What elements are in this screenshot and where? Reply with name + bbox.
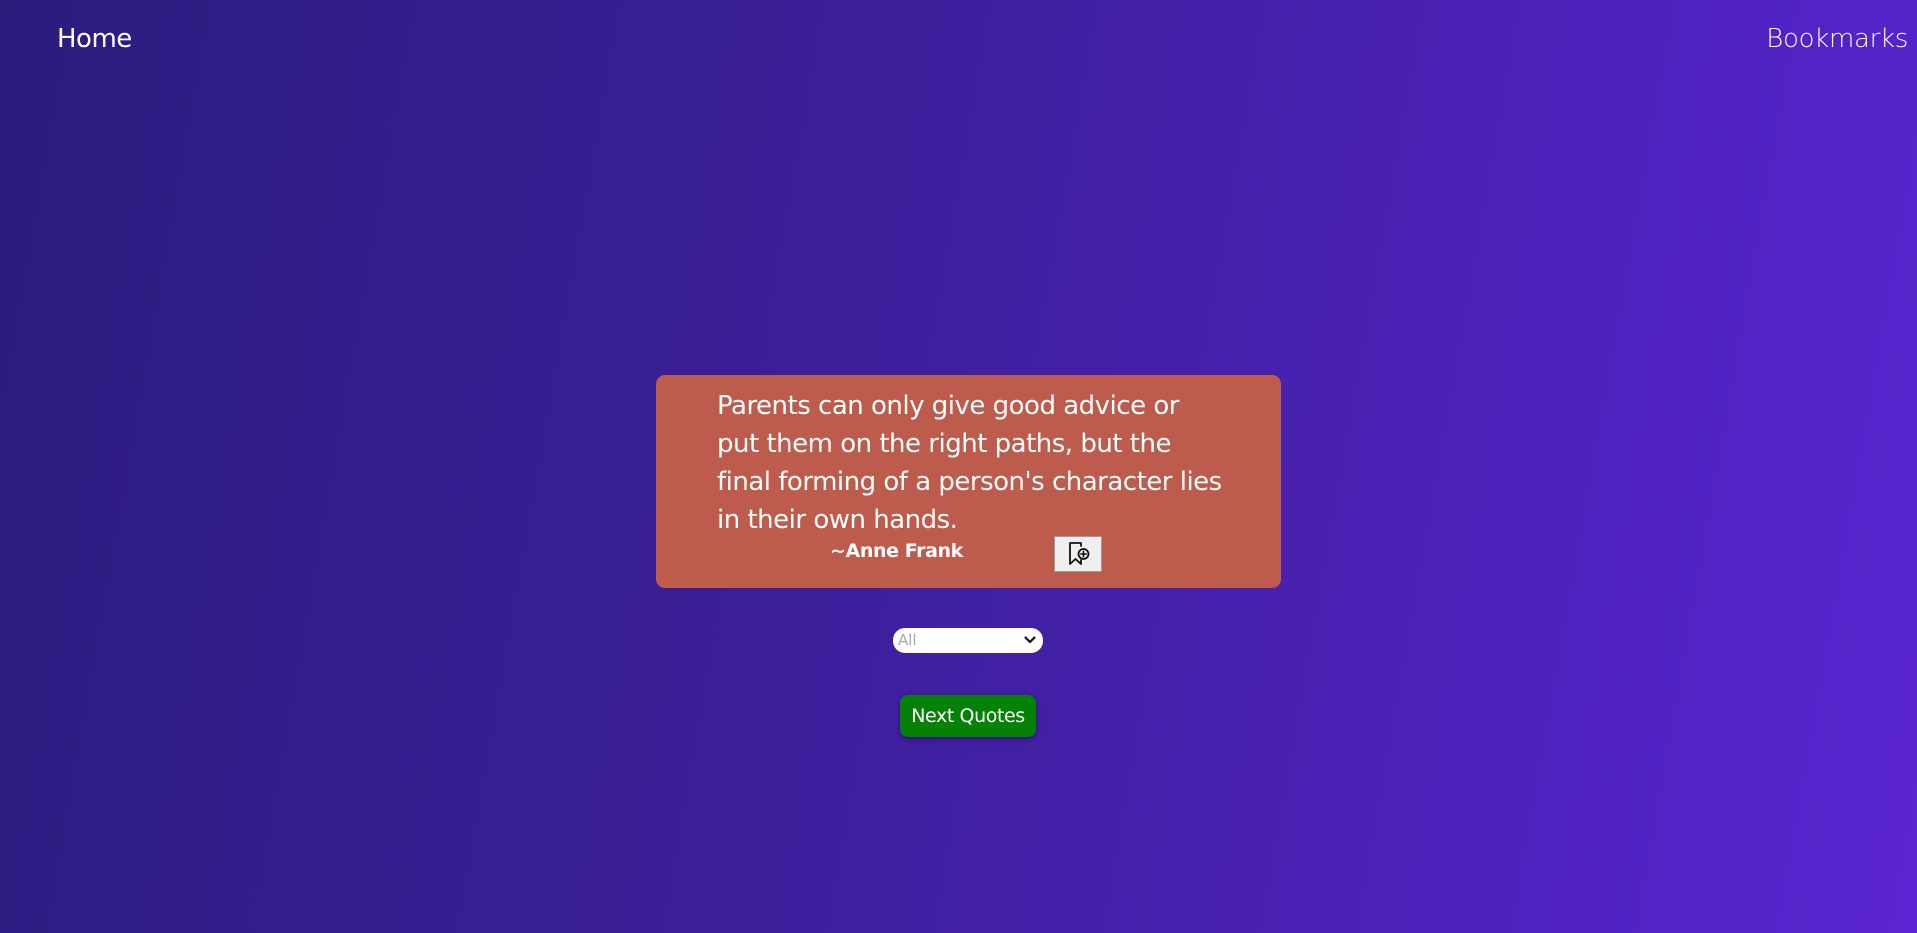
bookmark-button[interactable] [1054,536,1102,572]
quote-author: ~Anne Frank [830,540,963,562]
nav-bookmarks-link[interactable]: Bookmarks [1766,24,1908,54]
quote-text: Parents can only give good advice or put… [717,391,1222,535]
next-quotes-button[interactable]: Next Quotes [900,695,1036,737]
quote-card: Parents can only give good advice or put… [656,375,1281,588]
category-select[interactable]: All [893,628,1043,653]
chevron-down-icon [1024,636,1036,644]
bookmark-add-icon [1069,542,1090,565]
top-nav: Home Bookmarks [0,0,1917,85]
category-select-value: All [898,631,917,649]
nav-home-link[interactable]: Home [57,24,132,54]
